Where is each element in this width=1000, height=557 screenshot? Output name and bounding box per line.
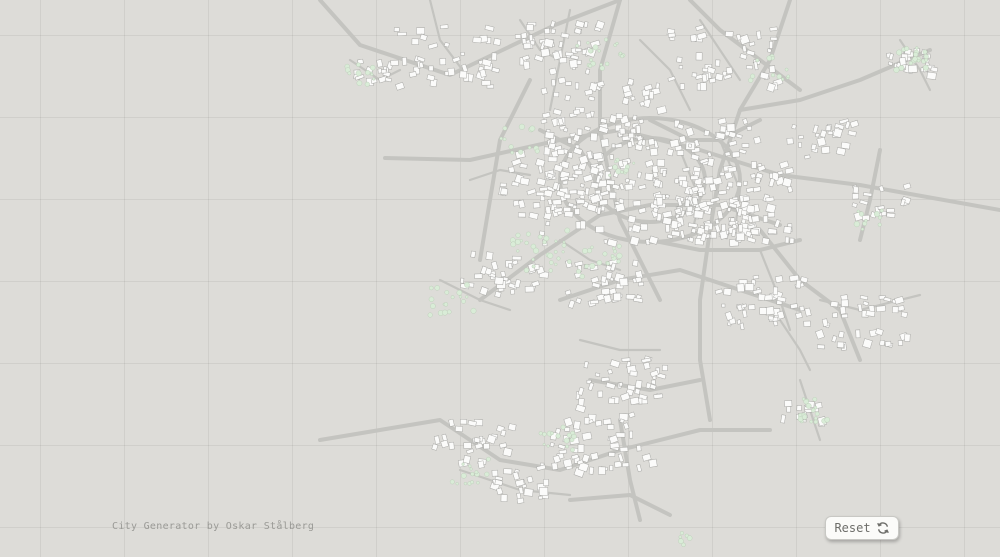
city-map	[318, 0, 1000, 547]
buildings	[353, 19, 939, 505]
city-map-canvas[interactable]	[0, 0, 1000, 557]
road-network	[318, 0, 1000, 522]
credit-text: City Generator by Oskar Stålberg	[112, 521, 315, 532]
reset-button[interactable]: Reset	[825, 516, 899, 540]
refresh-icon	[876, 522, 889, 534]
reset-label: Reset	[834, 521, 871, 535]
trees	[344, 37, 929, 547]
